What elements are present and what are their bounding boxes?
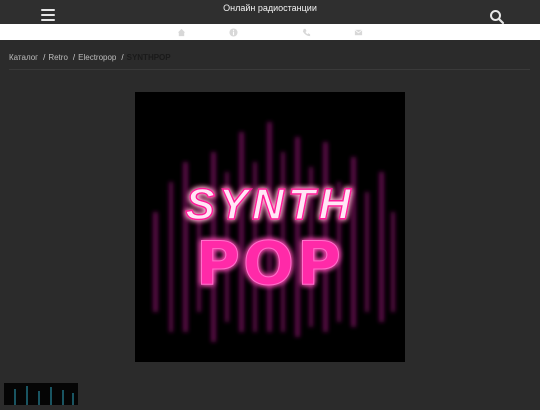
- breadcrumb-current: SYNTHPOP: [126, 53, 171, 62]
- info-icon[interactable]: [229, 28, 238, 37]
- home-icon[interactable]: [177, 28, 186, 37]
- mail-icon[interactable]: [354, 28, 363, 37]
- breadcrumb-item-electropop[interactable]: Electropop: [78, 53, 116, 62]
- contact-icon-bar: [0, 24, 540, 40]
- breadcrumb-separator: /: [43, 53, 46, 62]
- synthpop-logo: SYNTH POP: [135, 92, 405, 362]
- logo-line-synth: SYNTH: [185, 180, 354, 229]
- station-cover-image: SYNTH POP: [135, 92, 405, 362]
- divider: [9, 69, 530, 70]
- search-icon[interactable]: [489, 9, 505, 25]
- page-title: Онлайн радиостанции: [223, 3, 317, 13]
- breadcrumb-separator: /: [121, 53, 124, 62]
- logo-line-pop: POP: [196, 229, 344, 299]
- phone-icon[interactable]: [302, 28, 311, 37]
- breadcrumb-separator: /: [72, 53, 76, 62]
- breadcrumb-item-retro[interactable]: Retro: [48, 53, 68, 62]
- breadcrumb-item-catalog[interactable]: Каталог: [9, 53, 38, 62]
- top-header: Онлайн радиостанции: [0, 0, 540, 25]
- thumbnail-image[interactable]: [4, 383, 78, 405]
- breadcrumb: Каталог / Retro / Electropop / SYNTHPOP: [9, 53, 173, 65]
